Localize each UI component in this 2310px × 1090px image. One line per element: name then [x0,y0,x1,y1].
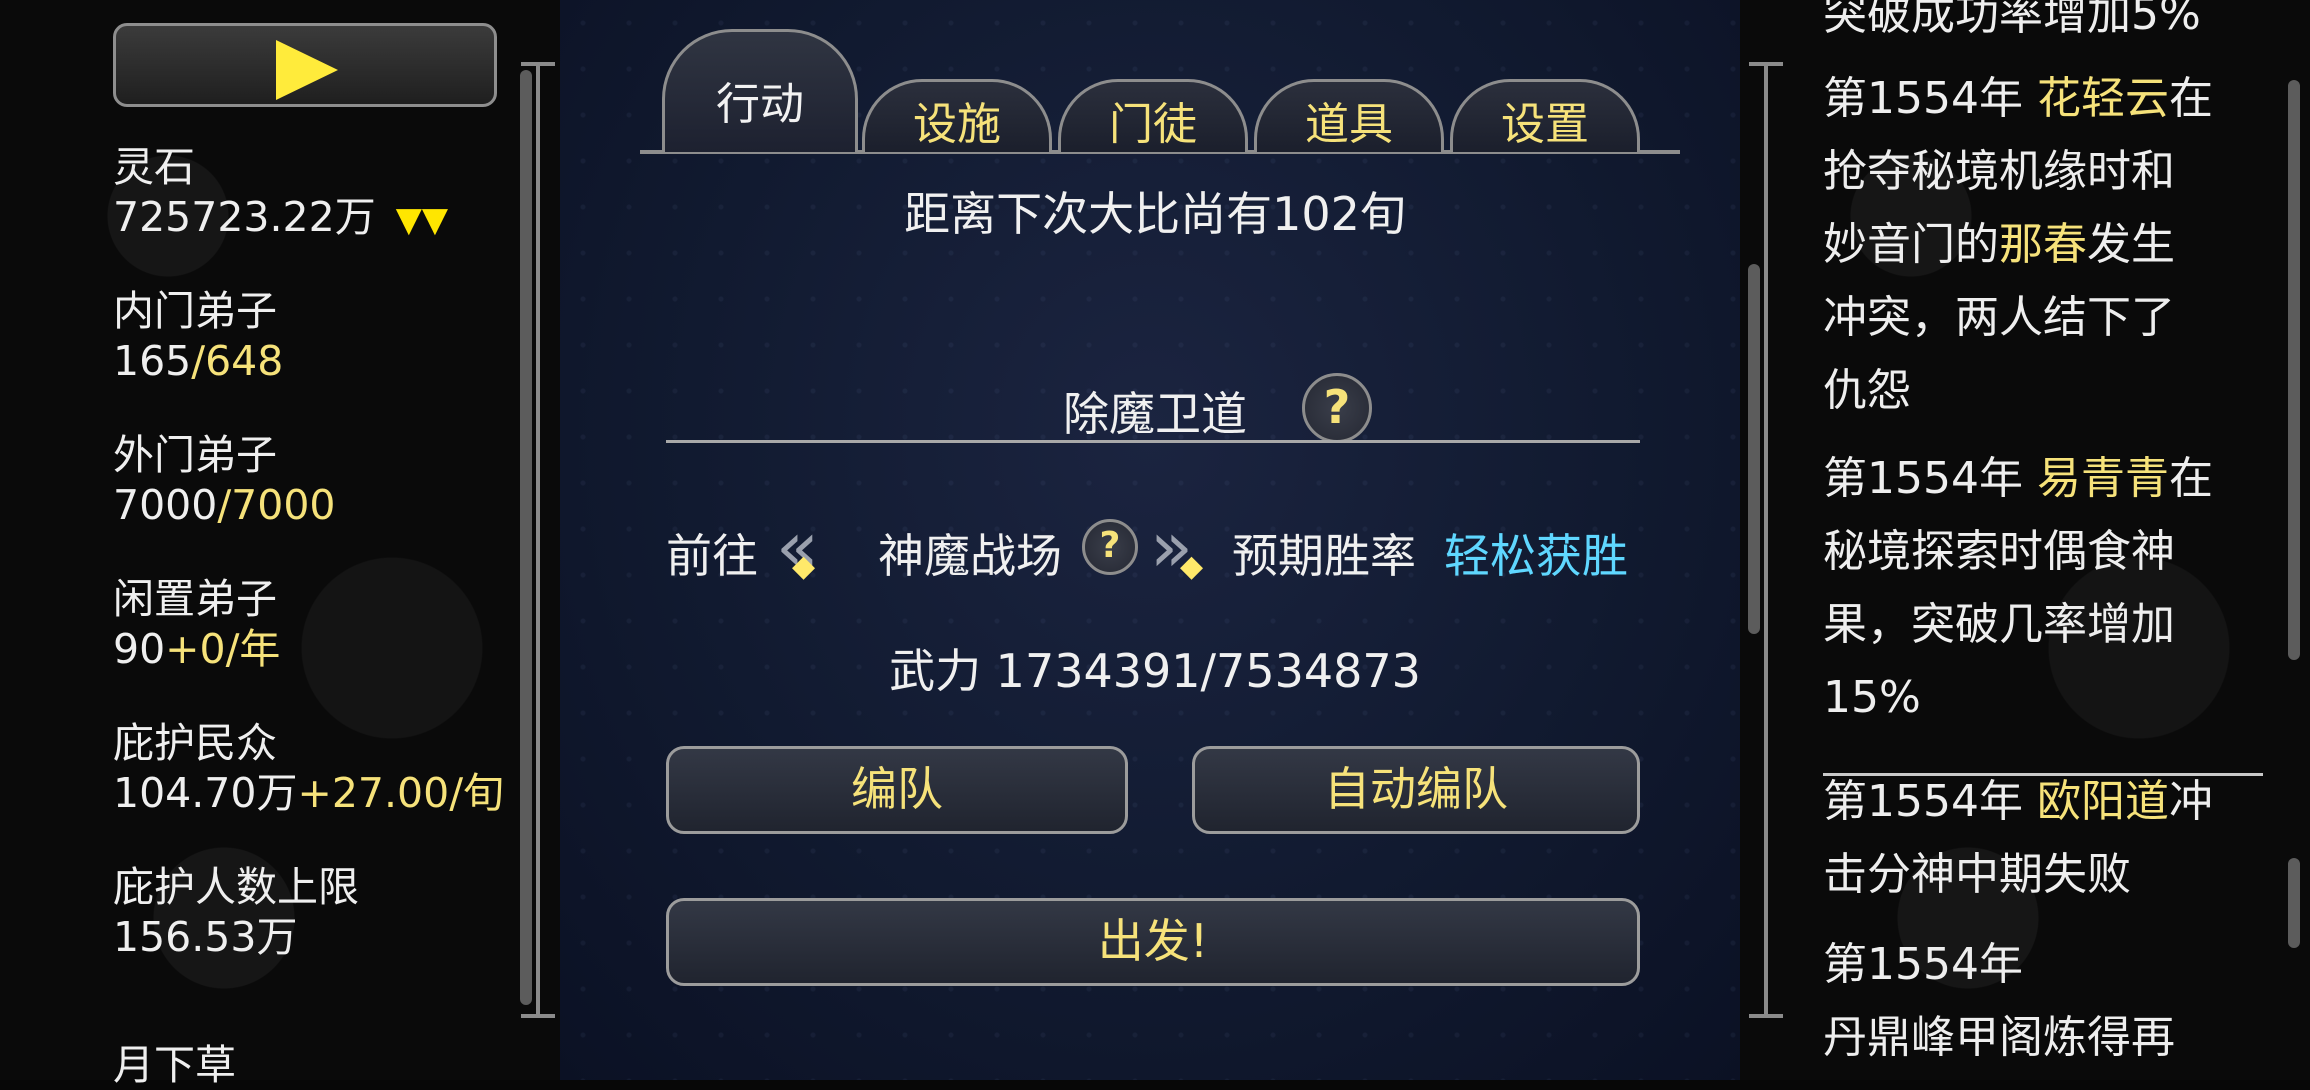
log-entry: 第1554年 易青青在 秘境探索时偶食神 果，突破几率增加 15% [1823,442,2263,734]
win-rate-label: 预期胜率 [1232,529,1416,583]
stat-value: 725723.22万 ▼▼ [113,192,448,245]
formation-button[interactable]: 编队 [666,746,1128,834]
stat-value-highlight: /648 [191,337,284,385]
stat-label: 庇护民众 [113,719,277,767]
stat-protection-limit: 庇护人数上限 156.53万 [113,862,359,962]
stat-value: 90+0/年 [113,624,280,674]
prev-destination-arrow[interactable]: «◆ [776,512,819,584]
stat-value-highlight: 156.53万 [113,913,298,961]
log-text: 秘境探索时偶食神 [1823,526,2175,577]
log-text: 果，突破几率增加 [1823,599,2175,650]
log-year: 第1554年 [1823,776,2037,827]
stat-value-main: 7000 [113,481,218,529]
log-entry: 第1554年 花轻云在 抢夺秘境机缘时和 妙音门的那春发生 冲突，两人结下了 仇… [1823,62,2263,427]
expand-arrows-icon[interactable]: ▼▼ [396,200,448,240]
tab-facilities[interactable]: 设施 [862,72,1052,152]
log-text: 抢夺秘境机缘时和 [1823,146,2175,197]
left-divider-cap-bottom [521,1014,555,1018]
tab-settings[interactable]: 设置 [1450,72,1640,152]
power-readout: 武力 1734391/7534873 [889,644,1421,698]
log-text: 在 [2168,453,2213,504]
stat-value-highlight: +0/年 [165,625,281,673]
stat-label: 内门弟子 [113,287,277,335]
log-text: 在 [2168,73,2213,124]
log-text: 15% [1823,672,1921,723]
right-divider-cap-top [1749,62,1783,66]
next-destination-arrow[interactable]: » ◆ [1150,512,1203,584]
left-divider-cap-top [521,62,555,66]
main-scrollbar[interactable] [1748,264,1760,634]
diamond-icon: ◆ [792,549,816,584]
stat-label: 灵石 [113,143,195,191]
log-year: 第1554年 [1823,453,2037,504]
log-disciple-name[interactable]: 易青青 [2037,453,2169,504]
stat-label: 庇护人数上限 [113,863,359,911]
stat-value: 7000/7000 [113,480,336,530]
help-icon[interactable]: ? [1302,373,1372,443]
log-entry: 突破成功率增加5% [1823,0,2263,51]
tournament-countdown: 距离下次大比尚有102旬 [904,187,1406,241]
right-divider [1764,62,1768,1018]
stat-inner-disciples: 内门弟子 165/648 [113,286,283,386]
log-text: 妙音门的 [1823,219,1999,270]
stat-label: 外门弟子 [113,431,277,479]
tab-label: 行动 [716,79,804,130]
log-entry: 第1554年 丹鼎峰甲阁炼得再 [1823,928,2263,1074]
tab-items[interactable]: 道具 [1254,72,1444,152]
stat-outer-disciples: 外门弟子 7000/7000 [113,430,336,530]
stat-spirit-stone: 灵石 725723.22万 ▼▼ [113,142,448,245]
stat-protected-people: 庇护民众 104.70万+27.00/旬 [113,718,504,818]
stat-value: 104.70万+27.00/旬 [113,768,504,818]
stat-value-highlight: +27.00/旬 [297,769,505,817]
log-year: 第1554年 [1823,939,2023,990]
section-title: 除魔卫道 [1063,387,1247,441]
right-divider-cap-bottom [1749,1014,1783,1018]
auto-formation-button[interactable]: 自动编队 [1192,746,1640,834]
stat-idle-disciples: 闲置弟子 90+0/年 [113,574,280,674]
left-divider [536,62,540,1018]
log-text: 仇怨 [1823,365,1911,416]
log-scrollbar-bottom[interactable] [2288,858,2300,948]
stat-value-highlight: /7000 [217,481,336,529]
tab-action[interactable]: 行动 [662,28,858,152]
section-divider [666,440,1640,443]
left-scrollbar[interactable] [520,70,532,1005]
stat-label: 月下草 [113,1041,236,1089]
stat-value-main: 165 [113,337,192,385]
diamond-icon: ◆ [1180,549,1204,584]
tab-label: 设施 [913,99,1001,150]
stat-value-main: 104.70万 [113,769,298,817]
stat-moon-grass: 月下草 [113,1040,236,1090]
log-disciple-name[interactable]: 那春 [1999,219,2087,270]
destination-help-icon[interactable]: ? [1082,519,1138,575]
goto-label: 前往 [666,529,758,583]
log-text: 冲 [2168,776,2213,827]
log-text: 突破成功率增加5% [1823,0,2201,40]
destination-label: 神魔战场 [878,529,1062,583]
log-disciple-name[interactable]: 花轻云 [2037,73,2169,124]
depart-button[interactable]: 出发! [666,898,1640,986]
stat-value: 165/648 [113,336,283,386]
log-text: 发生 [2087,219,2175,270]
win-rate-value: 轻松获胜 [1444,529,1628,583]
play-button[interactable] [113,23,497,107]
stat-label: 闲置弟子 [113,575,277,623]
tab-label: 道具 [1305,99,1393,150]
play-icon [276,40,338,100]
log-disciple-name[interactable]: 欧阳道 [2037,776,2169,827]
log-text: 丹鼎峰甲阁炼得再 [1823,1012,2175,1063]
tab-label: 设置 [1501,99,1589,150]
log-text: 击分神中期失败 [1823,849,2131,900]
tab-label: 门徒 [1109,99,1197,150]
tab-disciples[interactable]: 门徒 [1058,72,1248,152]
stat-value-main: 90 [113,625,166,673]
log-entry: 第1554年 欧阳道冲 击分神中期失败 [1823,765,2263,911]
log-year: 第1554年 [1823,73,2037,124]
log-scrollbar-top[interactable] [2288,80,2300,660]
spirit-stone-value: 725723.22万 [113,193,376,241]
log-text: 冲突，两人结下了 [1823,292,2175,343]
